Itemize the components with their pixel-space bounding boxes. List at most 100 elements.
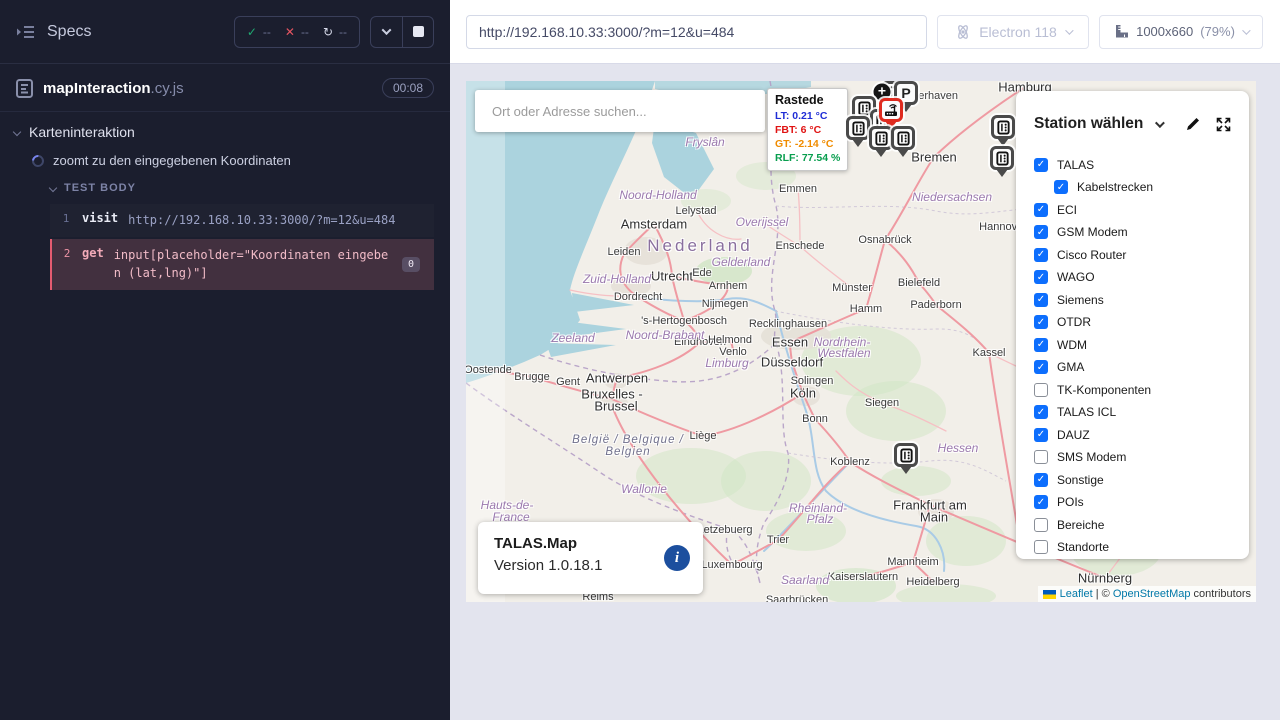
- layer-checkbox-row[interactable]: ✓TALAS: [1034, 157, 1249, 172]
- layer-checkbox-row[interactable]: Standorte: [1034, 540, 1249, 555]
- chevron-down-icon: [1242, 26, 1250, 34]
- chevron-down-icon: [49, 184, 57, 192]
- test-body-header[interactable]: TEST BODY: [50, 182, 434, 194]
- stat-failed: ✕--: [285, 25, 309, 39]
- checkbox-checked-icon[interactable]: ✓: [1054, 180, 1068, 194]
- layer-checkbox-row[interactable]: ✓ Siemens: [1034, 292, 1249, 307]
- chevron-down-icon: [382, 25, 392, 35]
- station-rack-marker[interactable]: [990, 146, 1014, 170]
- spec-duration-badge: 00:08: [382, 78, 434, 98]
- chevron-down-icon[interactable]: [1155, 118, 1165, 128]
- checkbox-checked-icon[interactable]: ✓: [1034, 405, 1048, 419]
- layer-checkbox-row[interactable]: ✓ Cisco Router: [1034, 247, 1249, 262]
- viewport-selector[interactable]: 1000x660 (79%): [1099, 15, 1263, 49]
- checkbox-checked-icon[interactable]: ✓: [1034, 360, 1048, 374]
- layer-checkbox-row[interactable]: ✓Kabelstrecken: [1054, 180, 1249, 195]
- layer-checkbox-row[interactable]: ✓WDM: [1034, 337, 1249, 352]
- layer-checkbox-row[interactable]: ✓GMA: [1034, 360, 1249, 375]
- spec-name: mapInteraction.cy.js: [43, 80, 184, 97]
- specs-title: Specs: [47, 23, 91, 41]
- stop-button[interactable]: [402, 17, 433, 47]
- checkbox-checked-icon[interactable]: ✓: [1034, 225, 1048, 239]
- layer-checkbox-row[interactable]: ✓ OTDR: [1034, 315, 1249, 330]
- url-input[interactable]: [466, 15, 927, 49]
- checkbox-checked-icon[interactable]: ✓: [1034, 158, 1048, 172]
- layer-checkbox-row[interactable]: ✓ WAGO: [1034, 270, 1249, 285]
- electron-icon: [955, 24, 971, 40]
- stop-icon: [413, 26, 424, 37]
- checkbox-unchecked-icon[interactable]: [1034, 383, 1048, 397]
- checkbox-checked-icon[interactable]: ✓: [1034, 293, 1048, 307]
- collapse-button[interactable]: [371, 17, 402, 47]
- map-search-box: [475, 90, 765, 132]
- specs-toggle-icon[interactable]: [16, 25, 35, 39]
- command-message: input[placeholder="Koordinaten eingeben …: [114, 246, 394, 283]
- alarm-router-marker[interactable]: [879, 98, 903, 122]
- suite-row[interactable]: Karteninteraktion: [14, 124, 434, 140]
- running-spinner-icon: [30, 152, 47, 169]
- run-controls: [370, 16, 434, 48]
- layer-checkbox-row[interactable]: ✓ECI: [1034, 202, 1249, 217]
- viewport-zoom: (79%): [1200, 24, 1235, 39]
- fullscreen-icon[interactable]: [1216, 117, 1231, 132]
- aut-panel: Electron 118 1000x660 (79%): [450, 0, 1280, 720]
- station-rack-marker[interactable]: [894, 443, 918, 467]
- layer-checkbox-row[interactable]: ✓ GSM Modem: [1034, 225, 1249, 240]
- leaflet-map[interactable]: AmsterdamUtrechtAntwerpenBruxelles -Brus…: [466, 81, 1256, 602]
- checkbox-checked-icon[interactable]: ✓: [1034, 203, 1048, 217]
- layer-label: POIs: [1057, 495, 1084, 509]
- checkbox-unchecked-icon[interactable]: [1034, 450, 1048, 464]
- layer-checkbox-row[interactable]: ✓ POIs: [1034, 495, 1249, 510]
- checkbox-unchecked-icon[interactable]: [1034, 540, 1048, 554]
- layer-label: OTDR: [1057, 315, 1091, 329]
- browser-selector[interactable]: Electron 118: [937, 15, 1089, 49]
- leaflet-link[interactable]: Leaflet: [1060, 588, 1093, 600]
- test-row[interactable]: zoomt zu den eingegebenen Koordinaten: [32, 153, 434, 168]
- station-tooltip: Rastede LT: 0.21 °CFBT: 6 °CGT: -2.14 °C…: [767, 88, 848, 171]
- layer-checkbox-row[interactable]: TK-Komponenten: [1034, 382, 1249, 397]
- checkbox-checked-icon[interactable]: ✓: [1034, 338, 1048, 352]
- station-rack-marker[interactable]: [891, 126, 915, 150]
- command-row[interactable]: 2getinput[placeholder="Koordinaten einge…: [50, 239, 434, 290]
- version-card: TALAS.Map Version 1.0.18.1 i: [478, 522, 703, 594]
- command-count-badge: 0: [402, 257, 420, 272]
- spec-file-row[interactable]: mapInteraction.cy.js 00:08: [0, 64, 450, 112]
- command-row[interactable]: 1visithttp://192.168.10.33:3000/?m=12&u=…: [50, 204, 434, 237]
- spec-extension: .cy.js: [151, 80, 184, 97]
- checkbox-checked-icon[interactable]: ✓: [1034, 428, 1048, 442]
- checkbox-checked-icon[interactable]: ✓: [1034, 315, 1048, 329]
- layer-checkbox-row[interactable]: Bereiche: [1034, 517, 1249, 532]
- spec-file-icon: [16, 79, 33, 98]
- info-icon[interactable]: i: [664, 545, 690, 571]
- osm-link[interactable]: OpenStreetMap: [1113, 588, 1191, 600]
- station-rack-marker[interactable]: [869, 126, 893, 150]
- station-rack-marker[interactable]: [846, 116, 870, 140]
- viewport-size: 1000x660: [1136, 24, 1193, 39]
- cypress-reporter-sidebar: Specs ✓-- ✕-- ↻-- mapInteraction.cy.js 0…: [0, 0, 450, 720]
- layer-checkbox-row[interactable]: SMS Modem: [1034, 450, 1249, 465]
- tooltip-title: Rastede: [775, 93, 840, 107]
- stat-pending: ↻--: [323, 25, 347, 39]
- layer-label: WAGO: [1057, 270, 1095, 284]
- checkbox-checked-icon[interactable]: ✓: [1034, 270, 1048, 284]
- checkbox-checked-icon[interactable]: ✓: [1034, 495, 1048, 509]
- layer-checkbox-row[interactable]: ✓TALAS ICL: [1034, 405, 1249, 420]
- checkbox-checked-icon[interactable]: ✓: [1034, 248, 1048, 262]
- layer-label: GSM Modem: [1057, 225, 1128, 239]
- layer-label: Sonstige: [1057, 473, 1104, 487]
- checkbox-checked-icon[interactable]: ✓: [1034, 473, 1048, 487]
- layer-checkbox-row[interactable]: ✓ Sonstige: [1034, 472, 1249, 487]
- checkbox-unchecked-icon[interactable]: [1034, 518, 1048, 532]
- map-attribution: Leaflet | © OpenStreetMap contributors: [1038, 586, 1256, 602]
- layer-label: Standorte: [1057, 540, 1109, 554]
- layer-label: DAUZ: [1057, 428, 1090, 442]
- layer-label: Bereiche: [1057, 518, 1104, 532]
- check-icon: ✓: [247, 25, 257, 39]
- edit-pencil-icon[interactable]: [1185, 116, 1201, 132]
- tooltip-measurement: FBT: 6 °C: [775, 123, 840, 137]
- layer-label: Siemens: [1057, 293, 1104, 307]
- search-input[interactable]: [475, 90, 765, 132]
- station-rack-marker[interactable]: [991, 115, 1015, 139]
- layer-label: Cisco Router: [1057, 248, 1126, 262]
- layer-checkbox-row[interactable]: ✓ DAUZ: [1034, 427, 1249, 442]
